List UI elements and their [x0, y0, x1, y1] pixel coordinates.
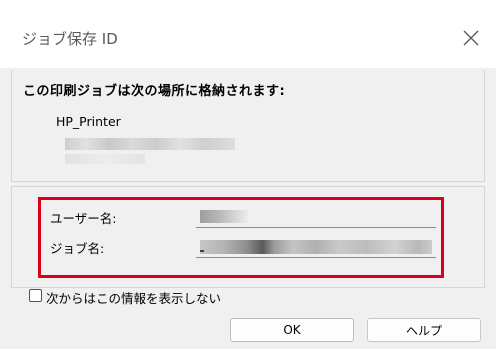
highlight-box — [38, 197, 444, 278]
printer-name: HP_Printer — [56, 114, 121, 129]
dont-show-checkbox[interactable] — [29, 289, 42, 302]
storage-path-redacted-line2 — [65, 154, 145, 164]
close-icon[interactable] — [462, 29, 480, 47]
storage-message: この印刷ジョブは次の場所に格納されます: — [23, 84, 286, 99]
help-button[interactable]: ヘルプ — [367, 318, 481, 342]
window-title: ジョブ保存 ID — [22, 30, 118, 48]
title-bar: ジョブ保存 ID — [0, 0, 496, 68]
dont-show-label[interactable]: 次からはこの情報を表示しない — [46, 288, 221, 307]
storage-path-redacted — [65, 138, 235, 150]
ok-button[interactable]: OK — [230, 318, 354, 342]
